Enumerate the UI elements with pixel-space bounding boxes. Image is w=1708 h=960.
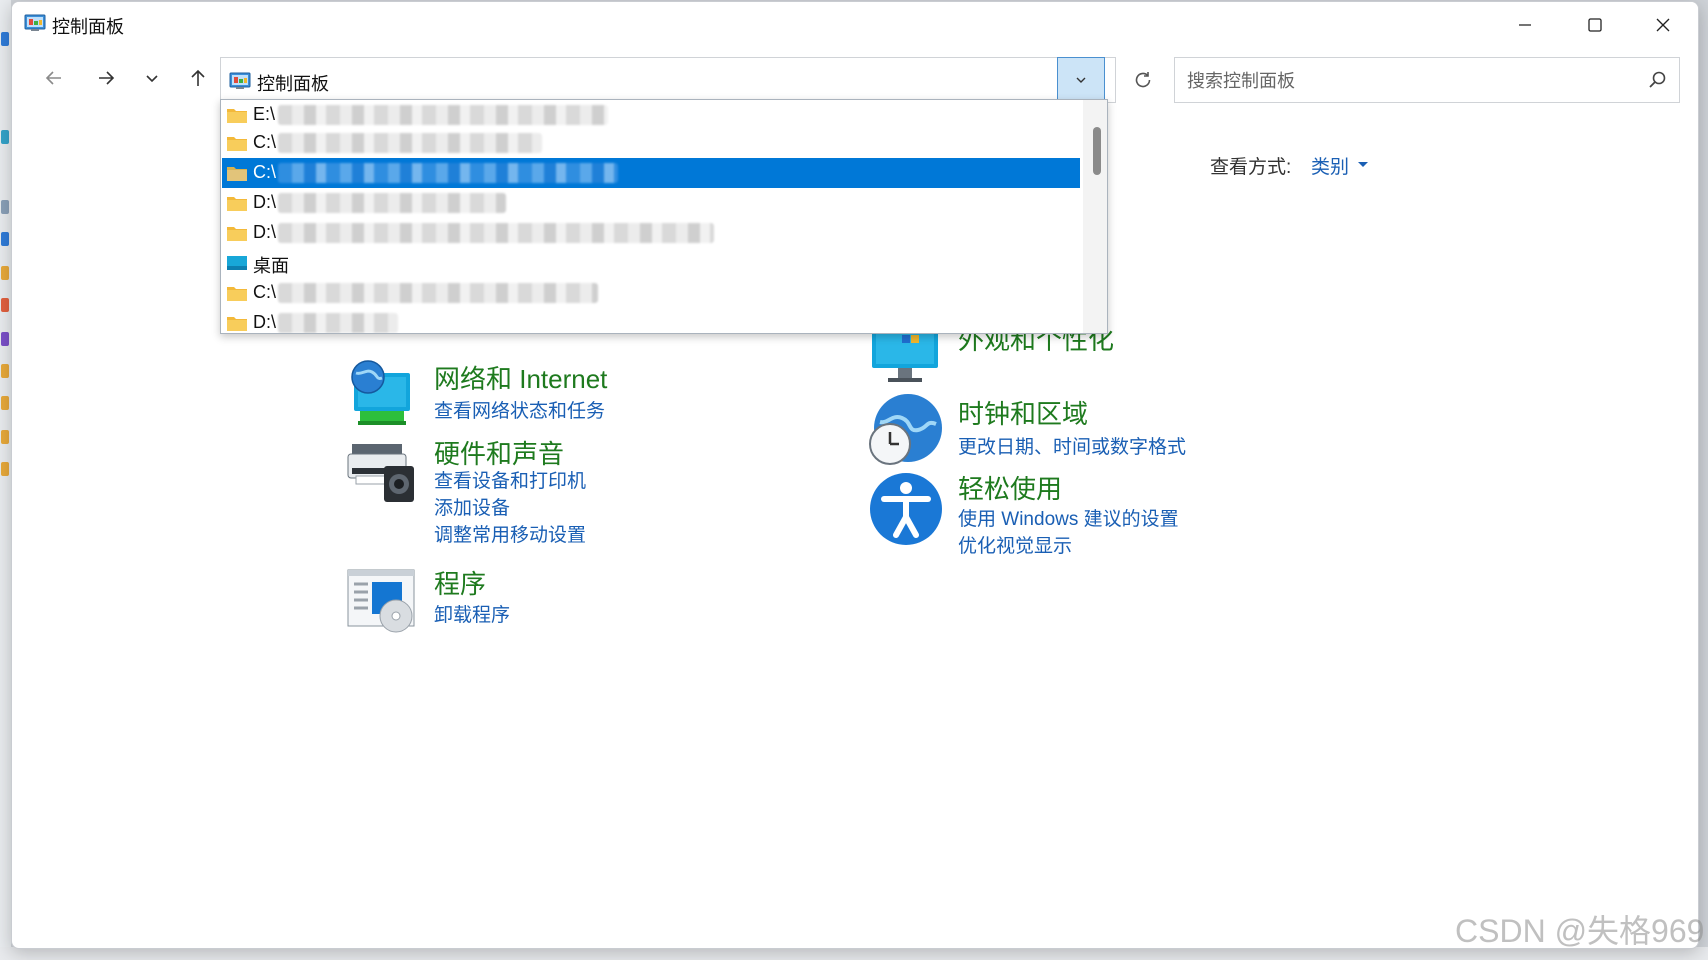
history-item[interactable]: D:\: [222, 308, 1080, 333]
desktop-shortcut-icon[interactable]: [1, 430, 9, 444]
minimize-icon: [1519, 24, 1531, 26]
history-item-label: C:\: [253, 282, 277, 302]
desktop-shortcut-icon[interactable]: [1, 130, 9, 144]
network-globe-icon[interactable]: [344, 357, 420, 433]
back-button[interactable]: [34, 58, 74, 98]
redacted-path: [278, 163, 618, 183]
folder-icon: [227, 109, 247, 123]
history-item[interactable]: C:\: [222, 278, 1080, 308]
desktop-shortcut-icon[interactable]: [1, 298, 9, 312]
programs-disc-icon[interactable]: [344, 562, 420, 638]
history-item-label: C:\: [253, 132, 277, 152]
folder-icon: [227, 167, 247, 181]
redacted-path: [278, 105, 608, 125]
category-clock-title[interactable]: 时钟和区域: [958, 394, 1088, 431]
category-ease-title[interactable]: 轻松使用: [958, 469, 1062, 506]
printer-speaker-icon[interactable]: [344, 432, 420, 508]
caret-down-icon[interactable]: [1358, 162, 1368, 167]
desktop-shortcut-icon[interactable]: [1, 396, 9, 410]
redacted-path: [278, 313, 398, 333]
folder-icon: [227, 227, 247, 241]
close-button[interactable]: [1628, 2, 1698, 48]
redacted-path: [278, 223, 714, 243]
clock-globe-icon[interactable]: [868, 392, 944, 468]
control-panel-icon: [24, 14, 46, 31]
view-by-label: 查看方式:: [1210, 157, 1292, 178]
desktop-side-strip: [0, 0, 11, 960]
history-item-label: D:\: [253, 192, 277, 212]
maximize-icon: [1588, 18, 1602, 32]
desktop-shortcut-icon[interactable]: [1, 266, 9, 280]
close-icon: [1656, 18, 1670, 32]
address-history-dropdown: E:\ C:\ C:\ D:\ D:\ 桌面 C:\ D:\: [220, 99, 1108, 334]
minimize-button[interactable]: [1490, 2, 1560, 48]
history-item-label: E:\: [253, 104, 276, 124]
title-bar[interactable]: 控制面板: [12, 2, 1698, 48]
search-box[interactable]: [1174, 57, 1680, 104]
search-icon[interactable]: [1647, 70, 1667, 90]
control-panel-icon: [229, 72, 251, 89]
desktop-shortcut-icon[interactable]: [1, 200, 9, 214]
chevron-down-icon: [1076, 77, 1086, 83]
redacted-path: [278, 133, 542, 153]
arrow-up-icon: [191, 69, 205, 86]
maximize-button[interactable]: [1560, 2, 1630, 48]
history-item-selected[interactable]: C:\: [222, 158, 1080, 188]
desktop-shortcut-icon[interactable]: [1, 462, 9, 476]
history-item-label: D:\: [253, 312, 277, 332]
refresh-button[interactable]: [1120, 57, 1166, 103]
folder-icon: [227, 317, 247, 331]
address-history-dropdown-button[interactable]: [1057, 57, 1105, 103]
desktop-shortcut-icon[interactable]: [1, 232, 9, 246]
folder-icon: [227, 197, 247, 211]
chevron-down-icon: [146, 75, 158, 83]
link-mobility-settings[interactable]: 调整常用移动设置: [434, 520, 586, 547]
link-add-device[interactable]: 添加设备: [434, 493, 510, 520]
history-item[interactable]: C:\: [222, 128, 1080, 158]
arrow-right-icon: [99, 71, 115, 85]
link-network-status[interactable]: 查看网络状态和任务: [434, 396, 605, 423]
category-programs-title[interactable]: 程序: [434, 564, 486, 601]
desktop-icon: [227, 256, 247, 270]
desktop-shortcut-icon[interactable]: [1, 332, 9, 346]
forward-button[interactable]: [86, 58, 126, 98]
up-button[interactable]: [178, 58, 218, 98]
history-item-label: C:\: [253, 162, 277, 182]
history-item[interactable]: 桌面: [222, 248, 1080, 278]
link-devices-printers[interactable]: 查看设备和打印机: [434, 466, 586, 493]
accessibility-icon[interactable]: [868, 471, 944, 547]
desktop-shortcut-icon[interactable]: [1, 32, 9, 46]
recent-locations-button[interactable]: [132, 58, 172, 98]
category-network-title[interactable]: 网络和 Internet: [434, 359, 607, 396]
view-by-dropdown[interactable]: 类别: [1311, 152, 1349, 179]
window-title: 控制面板: [52, 17, 124, 37]
history-item[interactable]: D:\: [222, 218, 1080, 248]
history-item[interactable]: D:\: [222, 188, 1080, 218]
link-uninstall-program[interactable]: 卸载程序: [434, 600, 510, 627]
refresh-icon: [1135, 72, 1151, 88]
desktop-shortcut-icon[interactable]: [1, 364, 9, 378]
redacted-path: [278, 193, 506, 213]
history-item[interactable]: E:\: [222, 100, 1080, 130]
dropdown-scrollbar[interactable]: [1083, 100, 1107, 333]
scrollbar-thumb[interactable]: [1093, 127, 1101, 175]
folder-icon: [227, 137, 247, 151]
arrow-left-icon: [45, 71, 61, 85]
link-optimize-display[interactable]: 优化视觉显示: [958, 531, 1072, 558]
watermark: CSDN @失格969: [1455, 913, 1705, 949]
address-path: 控制面板: [257, 74, 329, 94]
link-recommended-settings[interactable]: 使用 Windows 建议的设置: [958, 504, 1179, 531]
control-panel-window: 控制面板 控制面板 搜索控制面板 查看方式: 类别 网络和 Internet 查…: [11, 1, 1699, 949]
folder-icon: [227, 287, 247, 301]
history-item-label: D:\: [253, 222, 277, 242]
link-date-time-format[interactable]: 更改日期、时间或数字格式: [958, 432, 1186, 459]
history-item-label: 桌面: [253, 256, 289, 276]
search-input[interactable]: [1185, 58, 1629, 104]
address-bar[interactable]: 控制面板: [220, 57, 1116, 103]
redacted-path: [278, 283, 598, 303]
